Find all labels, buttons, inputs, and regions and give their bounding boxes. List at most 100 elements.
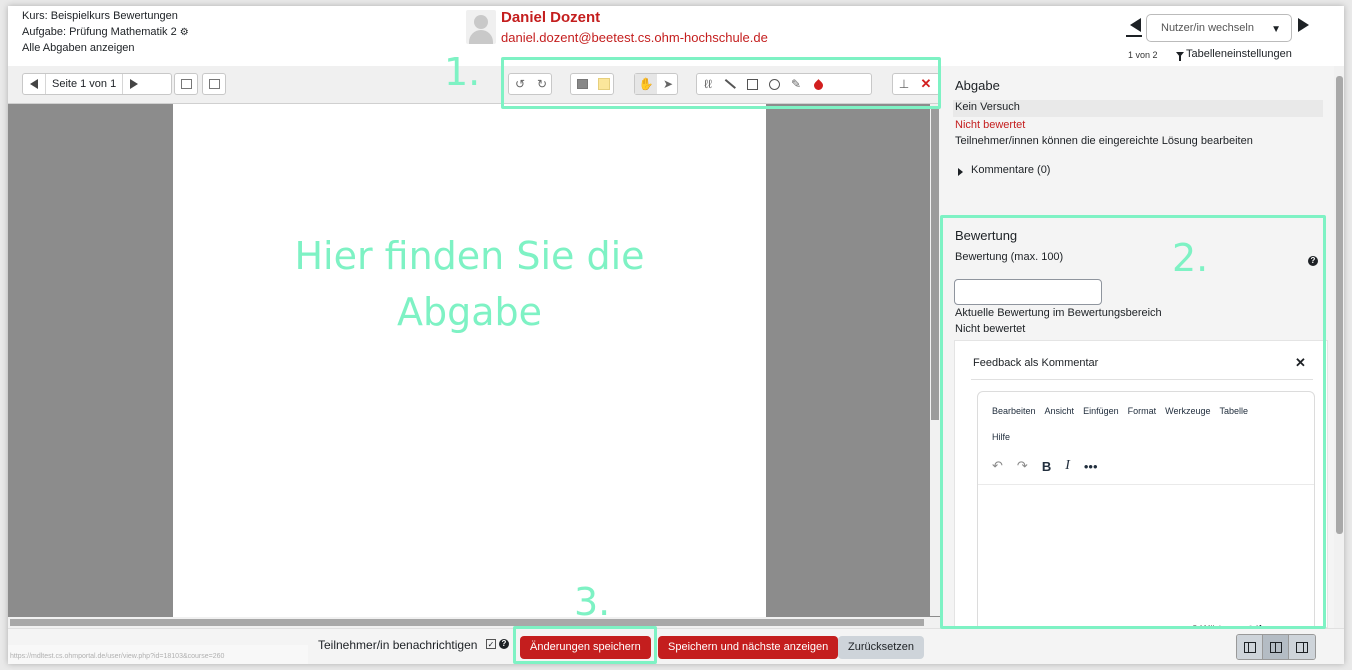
notify-checkbox[interactable]: ✓ [486, 639, 496, 649]
reset-button[interactable]: Zurücksetzen [838, 636, 925, 659]
delete-tool-button[interactable]: ✕ [915, 74, 937, 94]
rotate-group: ↺ ↻ [508, 73, 552, 95]
pdf-page[interactable]: Hier finden Sie die Abgabe [173, 104, 766, 622]
comment-icon [576, 79, 588, 89]
highlighter-icon: ✎ [790, 77, 802, 91]
rotate-left-icon: ↺ [514, 77, 526, 91]
page-indicator[interactable]: Seite 1 von 1 [46, 78, 122, 90]
user-pager-info: 1 von 2 [1128, 50, 1158, 60]
notify-label: Teilnehmer/in benachrichtigen [318, 638, 478, 652]
pdf-horizontal-scrollbar[interactable] [8, 617, 940, 628]
yellow-swatch-icon [598, 78, 610, 90]
assignment-link[interactable]: Aufgabe: Prüfung Mathematik 2 ⚙ [22, 26, 189, 38]
grader-header: Kurs: Beispielkurs Bewertungen Aufgabe: … [8, 6, 1344, 66]
triangle-right-icon [958, 168, 963, 176]
scrollbar-thumb[interactable] [10, 619, 924, 626]
help-icon[interactable]: ? [1308, 256, 1318, 266]
select-tool-button[interactable]: ➤ [657, 74, 679, 94]
next-user-arrow-icon[interactable] [1298, 18, 1309, 32]
table-settings-link[interactable]: Tabelleneinstellungen [1186, 48, 1292, 60]
menu-ansicht[interactable]: Ansicht [1045, 406, 1075, 416]
status-url: https://mdltest.cs.ohmportal.de/user/vie… [8, 645, 308, 664]
filter-icon[interactable] [1176, 52, 1184, 61]
previous-page-button[interactable] [23, 74, 45, 94]
menu-werkzeuge[interactable]: Werkzeuge [1165, 406, 1210, 416]
comment-color-button[interactable] [593, 74, 615, 94]
draw-tools-group: ℓℓ ✎ [696, 73, 872, 95]
user-email-link[interactable]: daniel.dozent@beetest.cs.ohm-hochschule.… [501, 30, 768, 45]
more-icon[interactable]: ••• [1084, 459, 1098, 474]
highlight-tool-button[interactable]: ✎ [785, 74, 807, 94]
user-switch-select[interactable]: Nutzer/in wechseln ▼ [1146, 14, 1292, 42]
menu-hilfe[interactable]: Hilfe [992, 432, 1010, 442]
rectangle-icon [746, 78, 758, 90]
grader-window: Kurs: Beispielkurs Bewertungen Aufgabe: … [8, 6, 1344, 664]
rectangle-tool-button[interactable] [741, 74, 763, 94]
view-all-submissions-link[interactable]: Alle Abgaben anzeigen [22, 42, 135, 54]
grader-footer: https://mdltest.cs.ohmportal.de/user/vie… [8, 628, 1344, 664]
editor-menubar: Bearbeiten Ansicht Einfügen Format Werkz… [992, 406, 1248, 416]
comment-search-icon [175, 74, 197, 94]
expand-icon[interactable]: ✕ [1295, 355, 1306, 371]
layout-toggle [1236, 634, 1316, 660]
expand-comments-button[interactable] [202, 73, 226, 95]
stamp-group: ⊥ ✕ [892, 73, 940, 95]
scrollbar-thumb[interactable] [1336, 76, 1343, 534]
menu-bearbeiten[interactable]: Bearbeiten [992, 406, 1036, 416]
scrollbar-thumb[interactable] [931, 108, 939, 420]
triangle-right-icon [130, 79, 139, 89]
comments-toggle[interactable]: Kommentare (0) [971, 164, 1050, 176]
marker-1: 1. [444, 50, 481, 94]
expand-comments-glyph [208, 79, 220, 89]
rotate-right-button[interactable]: ↻ [531, 74, 553, 94]
line-tool-button[interactable] [719, 74, 741, 94]
pan-tool-button[interactable]: ✋ [635, 74, 657, 94]
bold-icon[interactable]: B [1042, 459, 1051, 474]
page-annotation-line1: Hier finden Sie die [294, 234, 645, 278]
gear-icon[interactable]: ⚙ [180, 27, 189, 38]
rotate-left-button[interactable]: ↺ [509, 74, 531, 94]
previous-user-arrow-icon[interactable] [1130, 18, 1141, 32]
divider [978, 484, 1314, 485]
redo-icon[interactable]: ↷ [1017, 458, 1028, 474]
pdf-vertical-scrollbar[interactable] [930, 104, 940, 616]
italic-icon[interactable]: I [1065, 458, 1070, 474]
comment-tool-button[interactable] [571, 74, 593, 94]
layout-left-icon [1243, 641, 1256, 653]
oval-tool-button[interactable] [763, 74, 785, 94]
save-changes-button[interactable]: Änderungen speichern [520, 636, 651, 659]
submission-heading: Abgabe [955, 78, 1000, 93]
grade-label: Bewertung (max. 100) [955, 251, 1064, 263]
layout-middle-button[interactable] [1263, 635, 1289, 659]
help-icon[interactable]: ? [499, 639, 509, 649]
undo-icon[interactable]: ↶ [992, 458, 1003, 474]
user-name-link[interactable]: Daniel Dozent [501, 9, 600, 26]
user-switch-placeholder: Nutzer/in wechseln [1161, 22, 1254, 34]
user-avatar [466, 10, 496, 44]
search-comments-button[interactable] [174, 73, 198, 95]
stamp-icon: ⊥ [898, 77, 910, 91]
pen-icon: ℓℓ [704, 77, 712, 91]
grade-input[interactable] [954, 279, 1102, 305]
save-and-next-button[interactable]: Speichern und nächste anzeigen [658, 636, 839, 659]
layout-left-button[interactable] [1237, 635, 1263, 659]
annotation-color-button[interactable] [807, 74, 829, 94]
menu-tabelle[interactable]: Tabelle [1219, 406, 1248, 416]
stamp-tool-button[interactable]: ⊥ [893, 74, 915, 94]
caret-down-icon: ▼ [1271, 24, 1281, 35]
select-group: ✋ ➤ [634, 73, 678, 95]
line-icon [724, 79, 736, 89]
next-page-button[interactable] [123, 74, 145, 94]
layout-right-button[interactable] [1289, 635, 1315, 659]
pen-tool-button[interactable]: ℓℓ [697, 74, 719, 94]
attempt-status: Kein Versuch [955, 101, 1020, 113]
menu-format[interactable]: Format [1128, 406, 1157, 416]
course-link[interactable]: Kurs: Beispielkurs Bewertungen [22, 10, 178, 22]
marker-3: 3. [574, 580, 611, 624]
panel-scrollbar[interactable] [1334, 66, 1344, 628]
current-grade-value: Nicht bewertet [955, 323, 1026, 335]
comment-color-group [570, 73, 614, 95]
menu-einfuegen[interactable]: Einfügen [1083, 406, 1119, 416]
feedback-editor: Bearbeiten Ansicht Einfügen Format Werkz… [977, 391, 1315, 641]
comment-search-glyph [180, 79, 192, 89]
